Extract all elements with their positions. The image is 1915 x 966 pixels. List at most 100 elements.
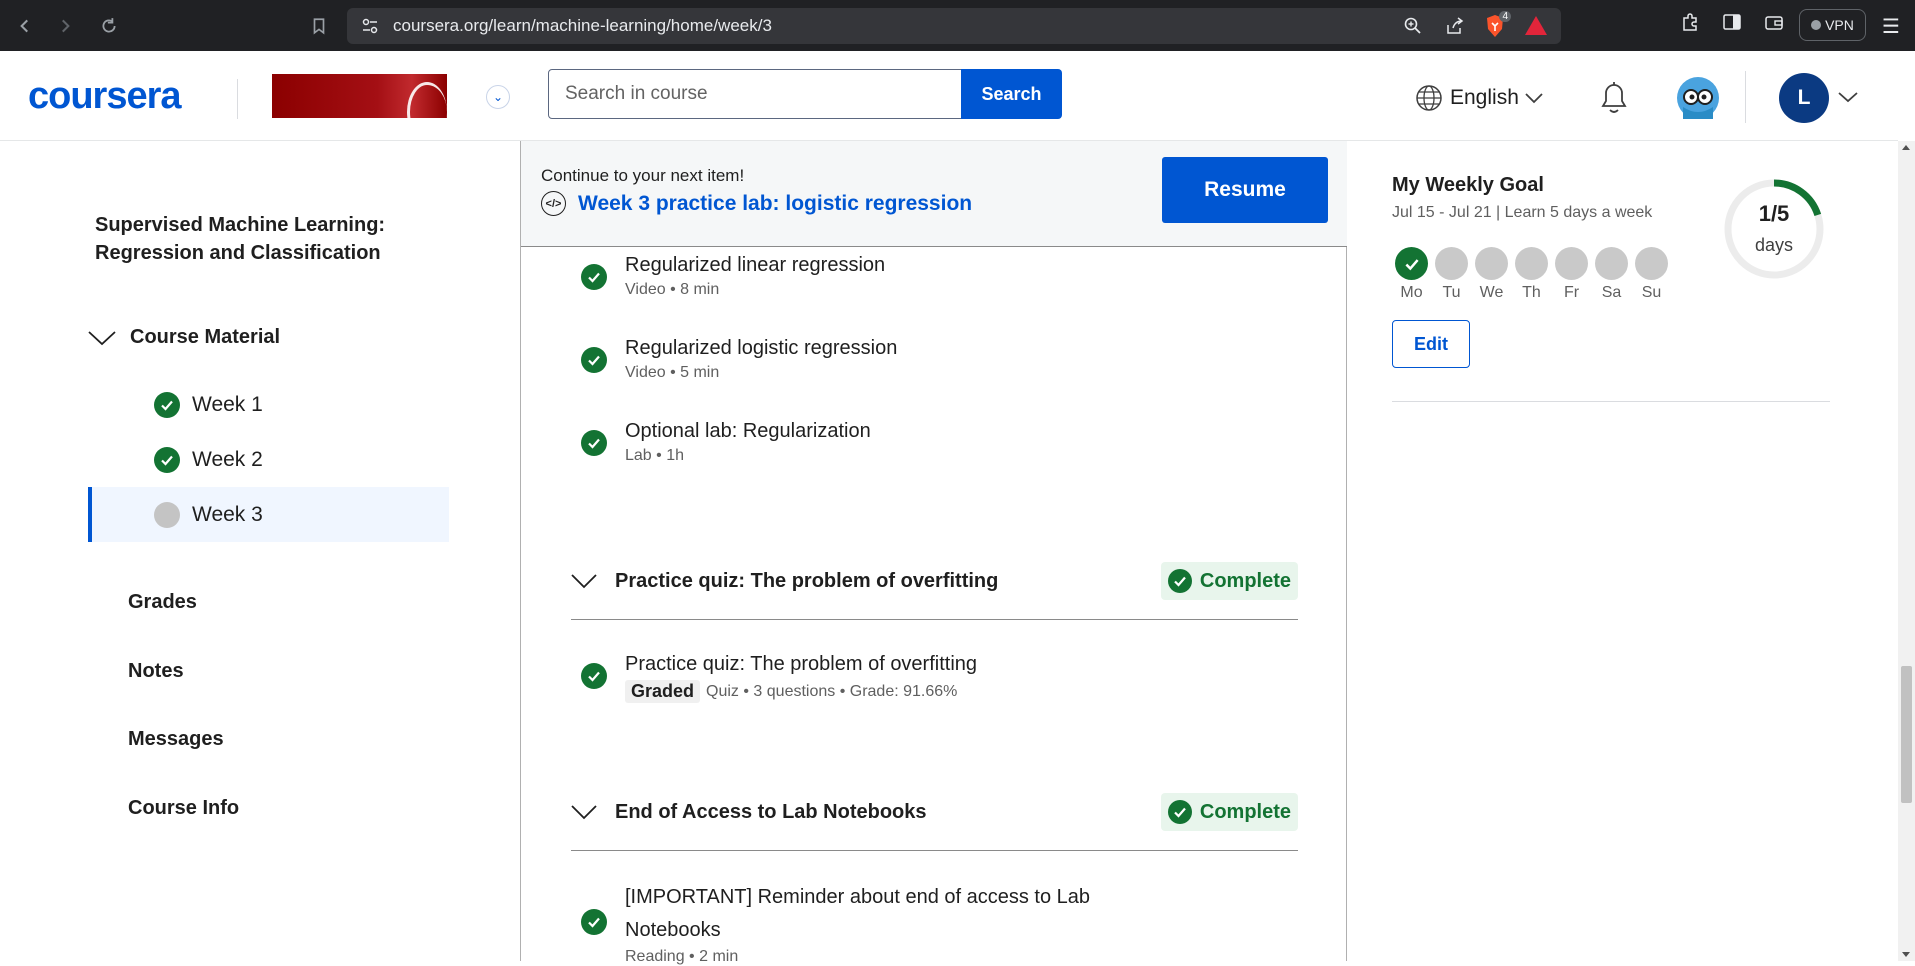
chevron-down-icon[interactable]: ⌄	[486, 85, 510, 109]
sidebar-item-week-3[interactable]: Week 3	[88, 487, 449, 542]
empty-circle-icon	[1515, 247, 1548, 280]
day-label: Tu	[1442, 284, 1461, 301]
item-meta: Lab • 1h	[625, 447, 684, 464]
weekly-goal-days: Mo Tu We Th Fr Sa Su	[1395, 247, 1668, 302]
status-label: Complete	[1199, 569, 1291, 592]
item-meta: Reading • 2 min	[625, 948, 739, 965]
language-selector[interactable]: English	[1414, 83, 1543, 113]
lesson-section: Practice quiz: The problem of overfittin…	[571, 559, 1298, 620]
code-lab-icon: </>	[541, 191, 566, 216]
site-settings-icon[interactable]	[361, 17, 379, 35]
progress-value: 1/5	[1758, 201, 1790, 226]
back-icon[interactable]	[8, 9, 42, 43]
empty-circle-icon	[1635, 247, 1668, 280]
list-item[interactable]: Practice quiz: The problem of overfittin…	[581, 649, 977, 703]
continue-label: Continue to your next item!	[541, 166, 745, 185]
section-divider	[571, 619, 1298, 620]
day-indicator: Fr	[1555, 247, 1588, 302]
url-text[interactable]: coursera.org/learn/machine-learning/home…	[393, 16, 772, 36]
list-item[interactable]: Regularized linear regression Video • 8 …	[581, 250, 885, 299]
continue-banner: Continue to your next item! </> Week 3 p…	[521, 141, 1347, 247]
share-icon[interactable]	[1445, 16, 1465, 36]
extensions-icon[interactable]	[1680, 12, 1700, 32]
scroll-up-icon[interactable]	[1902, 145, 1910, 150]
check-circle-icon	[154, 391, 180, 418]
list-item[interactable]: Regularized logistic regression Video • …	[581, 333, 897, 382]
avatar[interactable]: L	[1779, 73, 1829, 123]
bell-icon[interactable]	[1597, 79, 1631, 115]
globe-icon	[1416, 85, 1442, 111]
search-button[interactable]: Search	[961, 69, 1062, 119]
coach-icon[interactable]	[1677, 77, 1719, 119]
item-title[interactable]: Regularized linear regression	[625, 250, 885, 280]
list-item[interactable]: [IMPORTANT] Reminder about end of access…	[581, 881, 1090, 966]
toolbar-icons	[1680, 12, 1784, 32]
zoom-icon[interactable]	[1403, 16, 1423, 36]
item-title[interactable]: Optional lab: Regularization	[625, 416, 871, 446]
course-title[interactable]: Supervised Machine Learning: Regression …	[95, 211, 415, 267]
list-item[interactable]: Optional lab: Regularization Lab • 1h	[581, 416, 871, 465]
check-circle-icon	[154, 446, 180, 473]
progress-ring-icon	[1724, 179, 1824, 279]
item-title-line: Notebooks	[625, 919, 721, 941]
section-toggle[interactable]: Practice quiz: The problem of overfittin…	[571, 570, 998, 593]
menu-icon[interactable]: ☰	[1882, 14, 1900, 39]
check-circle-icon	[581, 663, 607, 689]
check-circle-icon	[1167, 800, 1192, 824]
partner-logo[interactable]	[272, 74, 447, 118]
day-label: Su	[1641, 284, 1662, 301]
scrollbar-thumb[interactable]	[1901, 666, 1912, 803]
weekly-goal-subtitle: Jul 15 - Jul 21 | Learn 5 days a week	[1392, 204, 1653, 221]
day-indicator: Sa	[1595, 247, 1628, 302]
brave-rewards-icon[interactable]	[1525, 16, 1547, 35]
item-title[interactable]: Practice quiz: The problem of overfittin…	[625, 649, 977, 679]
graded-tag: Graded	[625, 680, 701, 703]
section-toggle[interactable]: End of Access to Lab Notebooks	[571, 801, 927, 824]
sidebar-toggle-icon[interactable]	[1722, 12, 1742, 32]
vpn-button[interactable]: VPN	[1799, 9, 1866, 41]
scroll-down-icon[interactable]	[1902, 952, 1910, 957]
status-badge: Complete	[1160, 793, 1298, 831]
page-scrollbar[interactable]	[1898, 141, 1915, 961]
vpn-label: VPN	[1825, 17, 1854, 33]
resume-button[interactable]: Resume	[1162, 157, 1328, 223]
status-label: Complete	[1199, 800, 1291, 823]
item-title[interactable]: [IMPORTANT] Reminder about end of access…	[625, 881, 1090, 947]
reload-icon[interactable]	[92, 9, 126, 43]
day-indicator: Su	[1635, 247, 1668, 302]
empty-circle-icon	[1435, 247, 1468, 280]
header-divider	[237, 79, 238, 119]
vpn-status-icon	[1811, 20, 1822, 30]
chevron-down-icon[interactable]	[1838, 91, 1858, 103]
check-circle-icon	[581, 909, 607, 935]
day-label: We	[1479, 284, 1504, 301]
sidebar-item-week-2[interactable]: Week 2	[88, 432, 449, 487]
lesson-section: End of Access to Lab Notebooks Complete	[571, 790, 1298, 851]
sidebar-item-notes[interactable]: Notes	[128, 660, 184, 683]
sidebar-item-course-info[interactable]: Course Info	[128, 797, 239, 820]
day-label: Sa	[1601, 284, 1622, 301]
item-meta: Quiz • 3 questions • Grade: 91.66%	[706, 682, 958, 700]
language-label: English	[1450, 86, 1519, 109]
sidebar-item-week-1[interactable]: Week 1	[88, 377, 449, 432]
forward-icon[interactable]	[48, 9, 82, 43]
edit-goal-button[interactable]: Edit	[1392, 320, 1470, 368]
item-title[interactable]: Regularized logistic regression	[625, 333, 897, 363]
chevron-down-icon	[571, 805, 597, 820]
right-panel-divider	[1392, 401, 1830, 402]
search-input[interactable]: Search in course	[548, 69, 962, 119]
next-item-link[interactable]: </> Week 3 practice lab: logistic regres…	[541, 191, 972, 216]
next-item-title[interactable]: Week 3 practice lab: logistic regression	[578, 192, 972, 216]
sidebar-item-grades[interactable]: Grades	[128, 591, 197, 614]
sidebar-item-messages[interactable]: Messages	[128, 728, 224, 751]
wallet-icon[interactable]	[1764, 12, 1784, 32]
section-divider	[571, 850, 1298, 851]
chevron-down-icon	[1525, 93, 1543, 104]
item-meta: Video • 5 min	[625, 364, 720, 381]
address-bar[interactable]: coursera.org/learn/machine-learning/home…	[347, 8, 1561, 44]
bookmark-icon[interactable]	[302, 9, 336, 43]
browser-toolbar: coursera.org/learn/machine-learning/home…	[0, 0, 1915, 51]
coursera-logo[interactable]: coursera	[28, 75, 182, 118]
header-divider	[1745, 71, 1746, 123]
course-material-toggle[interactable]: Course Material	[88, 326, 280, 349]
